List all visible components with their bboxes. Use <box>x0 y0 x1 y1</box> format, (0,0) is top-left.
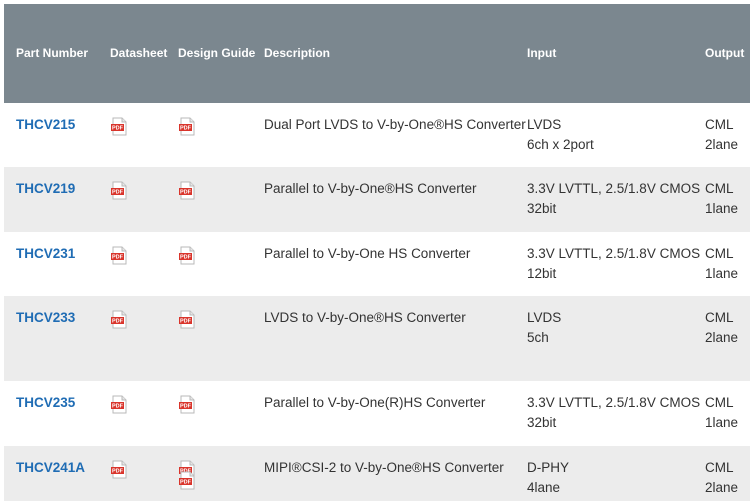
table-row: THCV235 PDF PDF Parallel to V-by-One(R)HS C… <box>4 381 750 446</box>
part-number-link[interactable]: THCV233 <box>16 310 75 325</box>
svg-text:PDF: PDF <box>180 255 192 261</box>
pdf-icon[interactable]: PDF <box>110 310 128 329</box>
output-detail: 2lane <box>705 137 739 152</box>
output-detail: 2lane <box>705 330 739 345</box>
input-cell: D-PHY <box>527 460 570 475</box>
pdf-icon[interactable]: PDF <box>178 246 196 265</box>
pdf-icon[interactable]: PDF <box>110 181 128 200</box>
output-cell: CML <box>705 117 734 132</box>
part-number-link[interactable]: THCV235 <box>16 395 75 410</box>
pdf-icon[interactable]: PDF <box>110 246 128 265</box>
input-cell: 3.3V LVTTL, 2.5/1.8V CMOS <box>527 181 701 196</box>
header-output: Output <box>705 46 745 60</box>
table-row: THCV231 PDF PDF Parallel to V-by-One HS Con… <box>4 232 750 296</box>
description-cell: Parallel to V-by-One HS Converter <box>264 246 471 261</box>
input-cell: LVDS <box>527 117 562 132</box>
input-cell: LVDS <box>527 310 562 325</box>
svg-text:PDF: PDF <box>112 126 124 132</box>
description-cell: Parallel to V-by-One(R)HS Converter <box>264 395 486 410</box>
pdf-icon[interactable]: PDF <box>178 181 196 200</box>
output-cell: CML <box>705 310 734 325</box>
svg-text:PDF: PDF <box>112 319 124 325</box>
pdf-icon[interactable]: PDF <box>110 117 128 136</box>
svg-text:PDF: PDF <box>180 126 192 132</box>
part-number-link[interactable]: THCV219 <box>16 181 75 196</box>
svg-text:PDF: PDF <box>112 404 124 410</box>
table-header: Part Number Datasheet Design Guide Descr… <box>4 4 750 103</box>
output-cell: CML <box>705 246 734 261</box>
output-cell: CML <box>705 181 734 196</box>
table-row: THCV241APDFPDFPDFMIPI®CSI-2 to V-by-One®… <box>4 446 750 501</box>
header-input: Input <box>527 46 557 60</box>
table-row: THCV233 PDF PDF LVDS to V-by-One®HS Convert… <box>4 296 750 381</box>
part-number-cell: THCV233 <box>16 308 75 328</box>
input-detail: 4lane <box>527 480 561 495</box>
output-cell: CML <box>705 460 734 475</box>
input-detail: 5ch <box>527 330 549 345</box>
svg-text:PDF: PDF <box>180 190 192 196</box>
header-datasheet: Datasheet <box>110 46 168 60</box>
pdf-icon[interactable]: PDF <box>178 471 196 490</box>
input-detail: 6ch x 2port <box>527 137 594 152</box>
input-cell: 3.3V LVTTL, 2.5/1.8V CMOS <box>527 246 701 261</box>
output-detail: 1lane <box>705 415 739 430</box>
table-row: THCV215 PDF PDF Dual Port LVDS to V-by-One®… <box>4 103 750 167</box>
header-description: Description <box>264 46 331 60</box>
part-number-link[interactable]: THCV231 <box>16 246 75 261</box>
part-number-cell: THCV241A <box>16 458 85 478</box>
description-cell: Dual Port LVDS to V-by-One®HS Converter <box>264 117 526 132</box>
svg-text:PDF: PDF <box>112 190 124 196</box>
part-number-cell: THCV235 <box>16 393 75 413</box>
description-cell: MIPI®CSI-2 to V-by-One®HS Converter <box>264 460 504 475</box>
svg-text:PDF: PDF <box>112 255 124 261</box>
pdf-icon[interactable]: PDF <box>110 460 128 479</box>
pdf-icon[interactable]: PDF <box>178 310 196 329</box>
svg-text:PDF: PDF <box>180 404 192 410</box>
part-number-cell: THCV231 <box>16 244 75 264</box>
part-number-cell: THCV219 <box>16 179 75 199</box>
svg-text:PDF: PDF <box>180 480 192 486</box>
table-row: THCV219 PDF PDF Parallel to V-by-One®HS Con… <box>4 167 750 232</box>
input-detail: 12bit <box>527 266 557 281</box>
input-detail: 32bit <box>527 415 557 430</box>
part-number-cell: THCV215 <box>16 115 75 135</box>
output-detail: 1lane <box>705 266 739 281</box>
svg-text:PDF: PDF <box>180 319 192 325</box>
pdf-icon[interactable]: PDF <box>178 395 196 414</box>
part-number-link[interactable]: THCV241A <box>16 460 85 475</box>
description-cell: LVDS to V-by-One®HS Converter <box>264 310 466 325</box>
output-detail: 2lane <box>705 480 739 495</box>
input-cell: 3.3V LVTTL, 2.5/1.8V CMOS <box>527 395 701 410</box>
part-number-link[interactable]: THCV215 <box>16 117 75 132</box>
header-part-number: Part Number <box>16 46 89 60</box>
pdf-icon[interactable]: PDF <box>110 395 128 414</box>
output-detail: 1lane <box>705 201 739 216</box>
output-cell: CML <box>705 395 734 410</box>
svg-text:PDF: PDF <box>112 469 124 475</box>
header-design-guide: Design Guide <box>178 46 256 60</box>
pdf-icon[interactable]: PDF <box>178 117 196 136</box>
input-detail: 32bit <box>527 201 557 216</box>
description-cell: Parallel to V-by-One®HS Converter <box>264 181 477 196</box>
product-table: Part Number Datasheet Design Guide Descr… <box>4 0 750 501</box>
